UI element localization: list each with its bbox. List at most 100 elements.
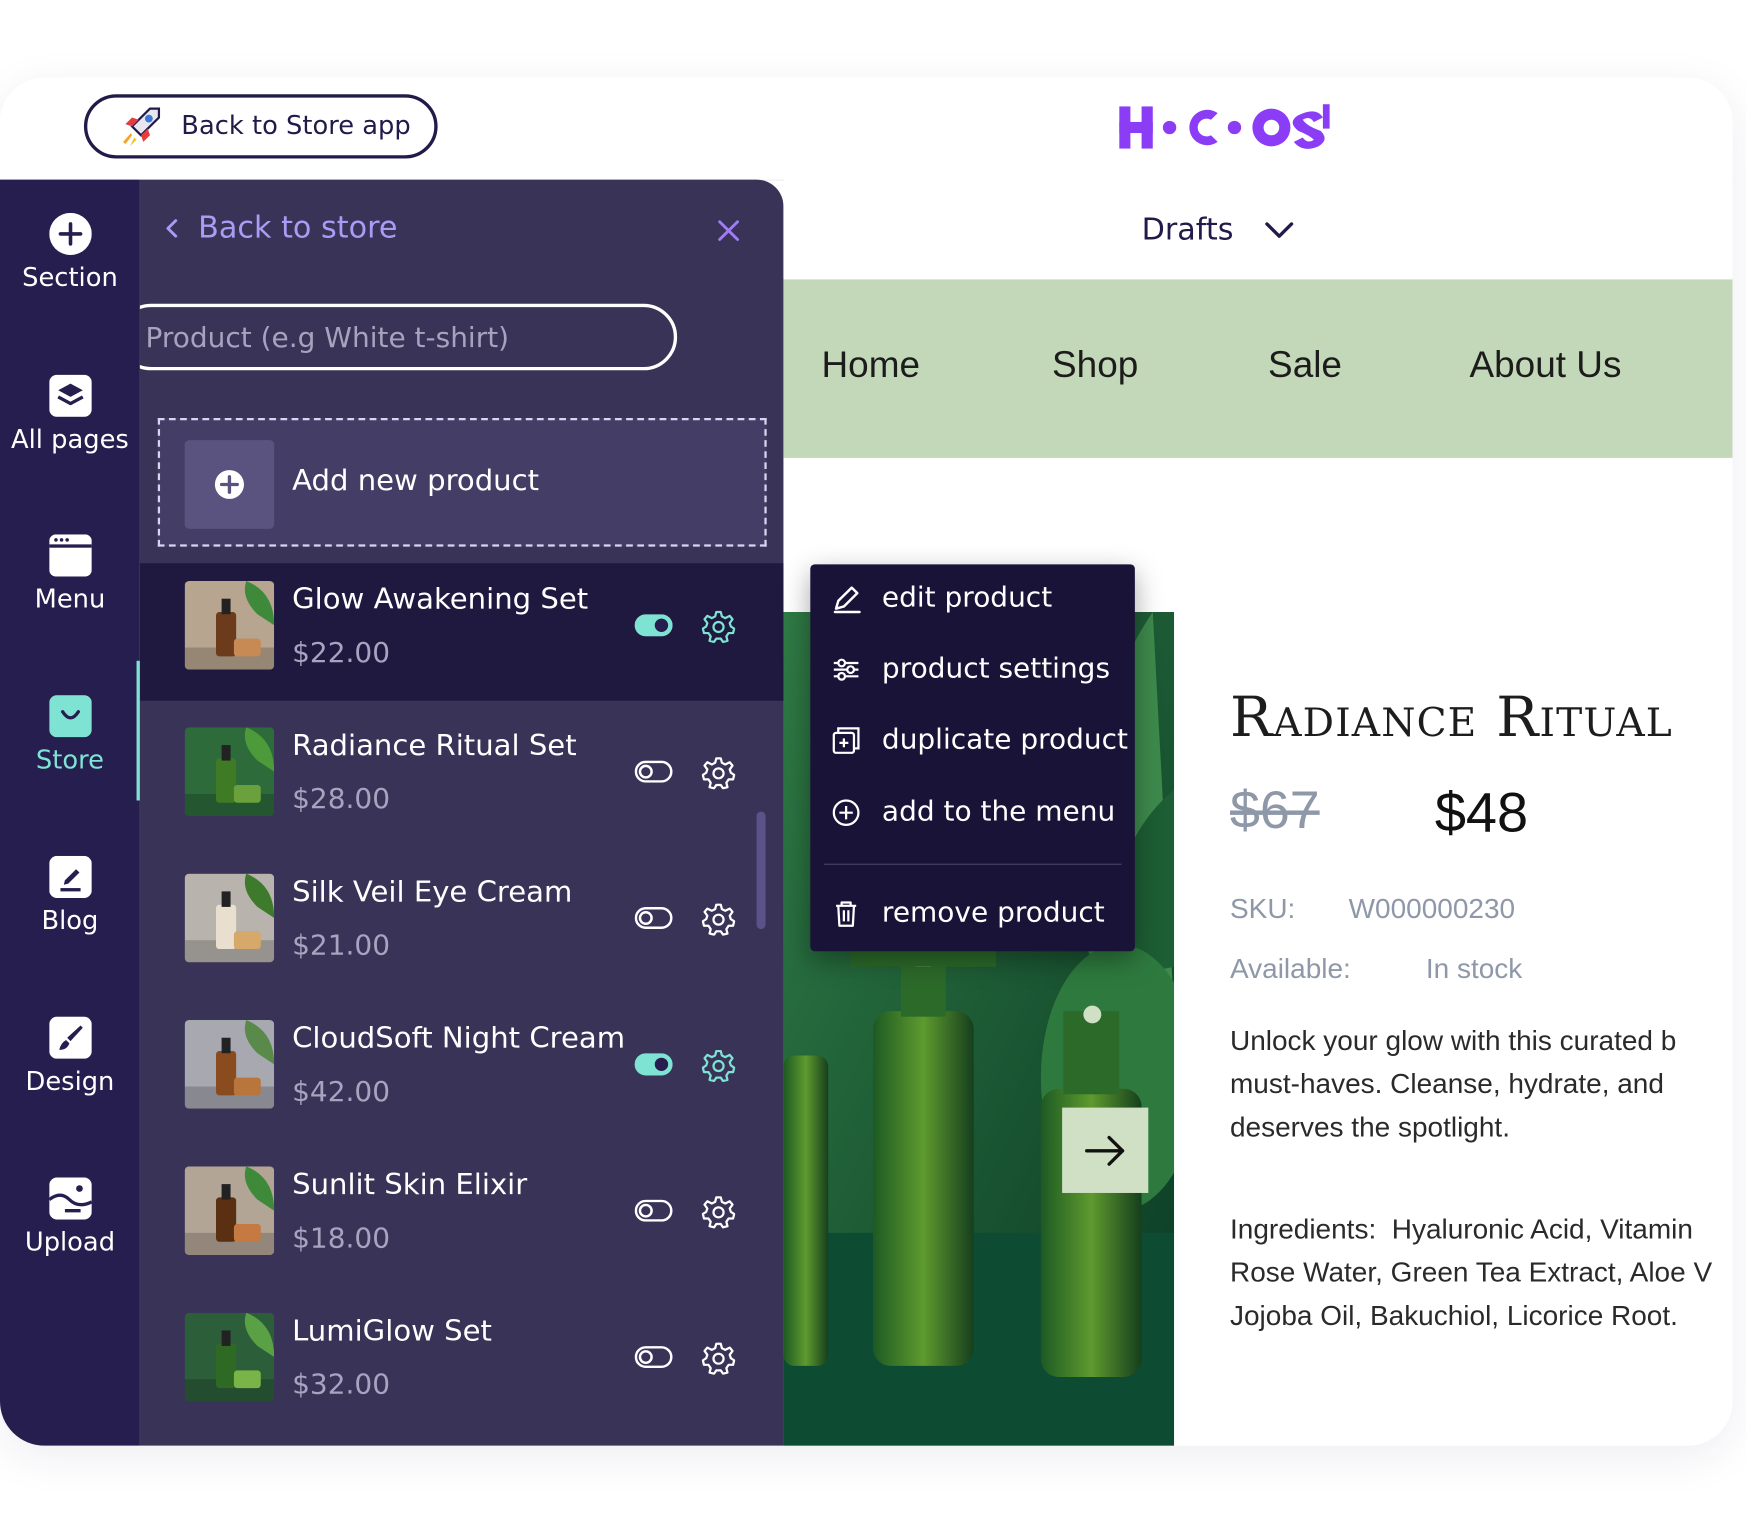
sliders-icon (833, 658, 859, 681)
arrow-right-icon (1085, 1135, 1125, 1166)
rail-item-section[interactable]: Section (0, 212, 140, 346)
rail-item-label: Blog (41, 906, 99, 936)
rail-item-label: All pages (11, 425, 129, 455)
product-name: Sunlit Skin Elixir (292, 1168, 528, 1202)
pencil-icon (833, 586, 861, 614)
back-to-store-app-button[interactable]: Back to Store app (83, 94, 438, 159)
product-price: $32.00 (292, 1368, 391, 1401)
drafts-dropdown[interactable]: Drafts (1142, 213, 1294, 247)
available-value: In stock (1425, 953, 1523, 985)
menu-window-icon (48, 534, 92, 577)
toggle-off-icon[interactable] (634, 1199, 673, 1222)
edit-note-icon (48, 855, 92, 899)
menu-item-duplicate-product[interactable]: duplicate product (810, 710, 1135, 772)
sku-label: SKU: (1230, 893, 1296, 925)
gear-icon[interactable] (701, 1049, 736, 1083)
rail-item-store[interactable]: Store (0, 695, 140, 828)
back-to-store-app-label: Back to Store app (181, 111, 411, 141)
product-row[interactable]: Radiance Ritual Set $28.00 (140, 710, 784, 847)
gear-icon[interactable] (701, 1195, 736, 1229)
product-row[interactable]: LumiGlow Set $32.00 (140, 1295, 784, 1432)
menu-item-add-to-menu[interactable]: add to the menu (810, 782, 1135, 844)
nav-home-link[interactable]: Home (821, 344, 920, 386)
store-bag-icon (48, 695, 92, 738)
toggle-off-icon[interactable] (634, 760, 673, 783)
product-thumbnail (184, 580, 275, 670)
product-name: CloudSoft Night Cream (292, 1022, 626, 1056)
trash-icon (836, 901, 857, 927)
toggle-on-icon[interactable] (634, 614, 673, 637)
image-upload-icon (48, 1177, 92, 1220)
product-name: Radiance Ritual Set (292, 729, 577, 763)
gear-icon[interactable] (701, 902, 736, 936)
duplicate-icon (832, 727, 860, 754)
rail-item-label: Section (22, 263, 118, 293)
product-name: Silk Veil Eye Cream (292, 875, 573, 910)
product-price: $18.00 (292, 1221, 391, 1254)
product-thumbnail (184, 873, 275, 963)
rail-item-blog[interactable]: Blog (0, 855, 140, 989)
rail-item-label: Design (25, 1067, 115, 1097)
add-new-product-label: Add new product (292, 464, 540, 498)
product-thumbnail (184, 727, 275, 817)
back-to-store-label: Back to store (198, 210, 398, 246)
rail-item-menu[interactable]: Menu (0, 534, 140, 667)
product-search-input[interactable] (139, 303, 678, 371)
drafts-label: Drafts (1141, 212, 1234, 248)
product-panel: Back to store Add new product Glow Awake… (139, 179, 784, 1446)
app-window: Back to Store app Section All pages Menu… (0, 77, 1733, 1446)
rail-item-all-pages[interactable]: All pages (0, 374, 140, 508)
product-price: $42.00 (292, 1075, 391, 1108)
nav-about-link[interactable]: About Us (1470, 344, 1622, 386)
menu-item-label: add to the menu (881, 794, 1116, 828)
product-row[interactable]: Glow Awakening Set $22.00 (139, 563, 784, 701)
menu-item-edit-product[interactable]: edit product (810, 568, 1135, 630)
scrollbar-thumb[interactable] (756, 811, 766, 930)
store-nav: Home Shop Sale About Us (783, 279, 1733, 458)
close-icon[interactable] (715, 217, 742, 244)
plus-circle-icon (832, 799, 860, 826)
menu-item-product-settings[interactable]: product settings (810, 639, 1135, 701)
menu-item-remove-product[interactable]: remove product (810, 883, 1135, 945)
product-price: $21.00 (292, 929, 391, 962)
nav-sale-link[interactable]: Sale (1268, 344, 1342, 386)
product-title-text: Radiance Ritual (1230, 685, 1673, 750)
toggle-on-icon[interactable] (634, 1053, 673, 1076)
product-name: Glow Awakening Set (292, 583, 589, 617)
brand-logo (1119, 102, 1332, 165)
add-new-product-button[interactable]: Add new product (157, 417, 767, 547)
rail-item-label: Store (35, 746, 104, 775)
brush-icon (48, 1016, 92, 1059)
product-name: LumiGlow Set (292, 1314, 492, 1349)
toggle-off-icon[interactable] (634, 907, 673, 929)
icon-rail: Section All pages Menu Store Blog Design… (0, 179, 140, 1446)
plus-circle-icon (214, 470, 244, 499)
chevron-down-icon (1265, 221, 1294, 238)
menu-item-label: remove product (881, 895, 1105, 928)
rocket-icon (123, 107, 161, 147)
product-title: Radiance Ritual (1230, 685, 1673, 749)
product-row[interactable]: Silk Veil Eye Cream $21.00 (140, 856, 784, 993)
next-image-button[interactable] (1062, 1107, 1149, 1193)
drafts-bar: Drafts (783, 179, 1733, 280)
rail-item-design[interactable]: Design (0, 1016, 140, 1150)
rail-item-upload[interactable]: Upload (0, 1177, 140, 1310)
rail-item-label: Menu (34, 585, 106, 615)
product-thumbnail (184, 1020, 275, 1109)
toggle-off-icon[interactable] (634, 1346, 673, 1369)
gear-icon[interactable] (701, 1342, 736, 1375)
gear-icon[interactable] (701, 610, 736, 644)
product-row[interactable]: CloudSoft Night Cream $42.00 (140, 1002, 784, 1139)
new-price: $48 (1434, 781, 1529, 844)
product-price: $28.00 (292, 782, 391, 815)
back-to-store-link[interactable]: Back to store (162, 211, 397, 245)
plus-circle-icon (48, 212, 92, 256)
product-thumbnail (184, 1166, 275, 1256)
nav-shop-link[interactable]: Shop (1052, 344, 1138, 386)
sku-value: W000000230 (1348, 893, 1516, 925)
chevron-left-icon (166, 218, 178, 238)
gear-icon[interactable] (701, 756, 736, 790)
layers-icon (48, 374, 92, 417)
menu-item-label: edit product (881, 580, 1053, 614)
product-row[interactable]: Sunlit Skin Elixir $18.00 (140, 1149, 784, 1286)
